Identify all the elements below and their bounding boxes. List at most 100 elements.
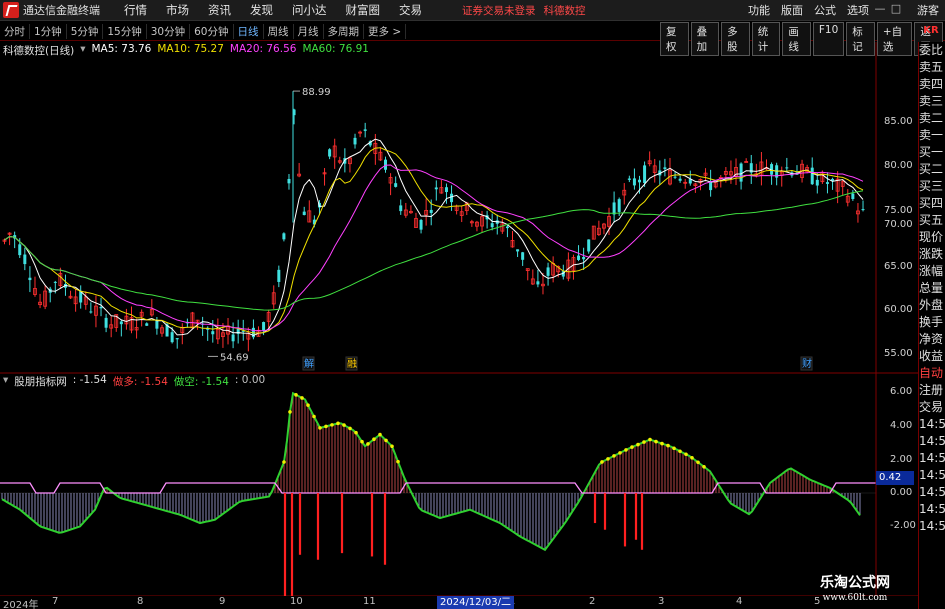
period-tab[interactable]: 分时 bbox=[0, 23, 30, 39]
period-toolbar: 分时 1分钟 5分钟 15分钟 30分钟 60分钟 日线 周线 月线 多周期 更多 > 复权 叠加 多股… bbox=[0, 22, 945, 56]
candle-body bbox=[577, 255, 581, 260]
corner-tag[interactable]: KR bbox=[917, 22, 945, 40]
period-tab[interactable]: 日线 bbox=[234, 23, 264, 39]
menu-ask[interactable]: 问小达 bbox=[283, 2, 337, 18]
menu-wealth[interactable]: 财富圈 bbox=[337, 2, 391, 18]
panel-row-label: 换手 bbox=[919, 315, 944, 329]
candle-body bbox=[536, 281, 540, 285]
event-marker-label: 解 bbox=[304, 357, 314, 370]
panel-row-label: 14:56 bbox=[919, 502, 945, 516]
price-tick: 75.00 bbox=[884, 205, 913, 216]
panel-row-label: 买二 bbox=[919, 162, 944, 176]
guest-label[interactable]: 游客 bbox=[917, 2, 939, 18]
login-status[interactable]: 证券交易未登录 bbox=[462, 3, 536, 18]
indicator-dot bbox=[318, 426, 322, 430]
indicator-short: 做空: -1.54 bbox=[173, 376, 229, 388]
menu-discover[interactable]: 发现 bbox=[241, 2, 283, 18]
dropdown-icon[interactable]: ▾ bbox=[80, 43, 85, 58]
date-label: 10 bbox=[290, 596, 303, 607]
indicator-dot bbox=[684, 452, 688, 457]
menu-layout[interactable]: 版面 bbox=[781, 2, 803, 18]
candle-body bbox=[851, 193, 855, 199]
candle-body bbox=[617, 199, 621, 212]
candle-body bbox=[394, 183, 398, 187]
menu-function[interactable]: 功能 bbox=[748, 2, 770, 18]
candle-body bbox=[678, 178, 682, 181]
period-tab[interactable]: 60分钟 bbox=[190, 23, 234, 39]
period-tab[interactable]: 30分钟 bbox=[147, 23, 191, 39]
candle-body bbox=[328, 149, 332, 157]
panel-row-label: 卖五 bbox=[919, 60, 944, 74]
indicator-dot bbox=[306, 403, 310, 407]
candle-body bbox=[23, 254, 27, 265]
menu-formula[interactable]: 公式 bbox=[814, 2, 836, 18]
panel-row-label: 外盘 bbox=[919, 298, 944, 312]
price-tick: 65.00 bbox=[884, 261, 913, 272]
signal-step-line bbox=[0, 482, 876, 494]
panel-row-label: 卖三 bbox=[919, 94, 944, 108]
period-tab[interactable]: 1分钟 bbox=[30, 23, 67, 39]
indicator-name[interactable]: 股朋指标网 bbox=[14, 374, 67, 389]
period-tab[interactable]: 更多 > bbox=[364, 23, 407, 39]
panel-row-label: 涨跌 bbox=[919, 247, 944, 261]
indicator-dot bbox=[654, 439, 658, 444]
maximize-icon[interactable]: □ bbox=[889, 2, 903, 16]
minimize-icon[interactable]: — bbox=[873, 2, 887, 16]
period-tab[interactable]: 多周期 bbox=[324, 23, 364, 39]
indicator-value: : -1.54 bbox=[72, 374, 107, 386]
candle-body bbox=[627, 178, 631, 180]
indicator-tick: 2.00 bbox=[890, 454, 913, 465]
indicator-dot bbox=[378, 432, 382, 437]
indicator-dot bbox=[630, 445, 634, 449]
menu-options[interactable]: 选项 bbox=[847, 2, 869, 18]
panel-row-label: 交易 bbox=[919, 400, 944, 414]
indicator-current-value: 0.42 bbox=[876, 471, 914, 485]
watermark: 乐淘公式网 www.60lt.com bbox=[820, 576, 890, 606]
indicator-dot bbox=[696, 460, 700, 465]
candle-body bbox=[546, 267, 550, 276]
period-tab[interactable]: 月线 bbox=[294, 23, 324, 39]
panel-row-label: 卖四 bbox=[919, 77, 944, 91]
period-tab[interactable]: 15分钟 bbox=[103, 23, 147, 39]
candle-body bbox=[810, 167, 814, 185]
right-menu: 功能 版面 公式 选项 bbox=[748, 2, 869, 18]
date-label: 8 bbox=[137, 596, 144, 607]
candle-body bbox=[861, 209, 865, 211]
period-tab[interactable]: 周线 bbox=[264, 23, 294, 39]
indicator-dot bbox=[366, 442, 370, 446]
current-stock-notice[interactable]: 科德数控 bbox=[544, 3, 586, 18]
indicator-dot bbox=[648, 437, 652, 442]
period-tab[interactable]: 5分钟 bbox=[67, 23, 104, 39]
date-label: 4 bbox=[736, 596, 743, 607]
indicator-dot bbox=[384, 438, 388, 443]
candle-body bbox=[211, 331, 215, 335]
panel-row-label: 14:56 bbox=[919, 485, 945, 499]
indicator-dot bbox=[342, 423, 346, 427]
kline-chart[interactable]: 88.99 54.69 解 融 财 bbox=[0, 42, 918, 596]
event-marker-label: 财 bbox=[802, 357, 812, 370]
panel-row-label: 总量 bbox=[919, 281, 944, 295]
date-label: 2024年 bbox=[3, 600, 39, 609]
panel-row-label: 14:56 bbox=[919, 468, 945, 482]
indicator-dot bbox=[636, 442, 640, 447]
panel-row-label: 涨幅 bbox=[919, 264, 944, 278]
indicator-dot bbox=[702, 464, 706, 469]
menu-news[interactable]: 资讯 bbox=[199, 2, 241, 18]
candle-body bbox=[287, 178, 291, 184]
menu-trade[interactable]: 交易 bbox=[390, 2, 432, 18]
menu-market[interactable]: 市场 bbox=[157, 2, 199, 18]
indicator-dropdown-icon[interactable]: ▾ bbox=[3, 374, 8, 389]
ma60-label: MA60: 76.91 bbox=[302, 43, 369, 55]
candle-body bbox=[18, 244, 22, 256]
candle-body bbox=[419, 219, 423, 230]
indicator-dot bbox=[606, 457, 610, 461]
menu-quotes[interactable]: 行情 bbox=[115, 2, 157, 18]
indicator-dot bbox=[672, 446, 676, 451]
indicator-dot bbox=[300, 396, 304, 400]
indicator-dot bbox=[618, 451, 622, 455]
price-tick: 85.00 bbox=[884, 116, 913, 127]
indicator-dot bbox=[624, 448, 628, 452]
indicator-dot bbox=[690, 455, 694, 460]
panel-row-label[interactable]: 自动 bbox=[919, 365, 945, 382]
indicator-dot bbox=[642, 440, 646, 444]
